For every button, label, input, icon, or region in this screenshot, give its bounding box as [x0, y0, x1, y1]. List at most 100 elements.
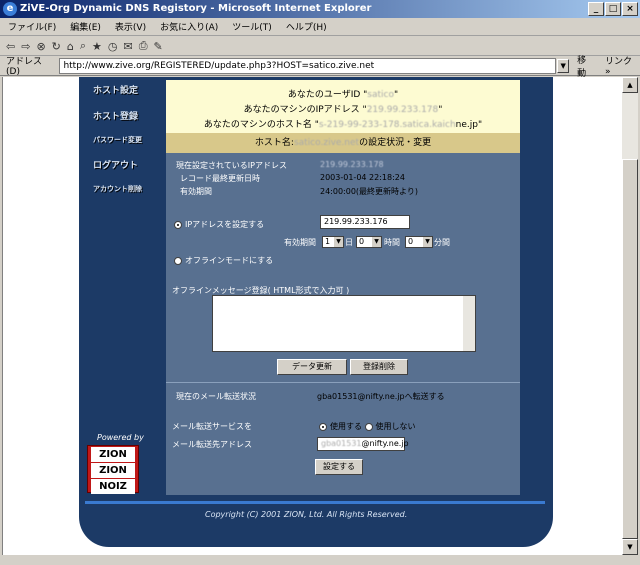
host-heading-name: satico.zive.net — [293, 138, 360, 148]
host-suffix: ne.jp" — [455, 120, 483, 130]
day-select[interactable]: 1 — [322, 236, 344, 248]
nav-logout[interactable]: ログアウト — [93, 158, 163, 171]
mail-status-value: gba01531@nifty.ne.jpへ転送する — [317, 392, 445, 401]
print-icon[interactable]: ⎙ — [139, 39, 148, 53]
mail-nouse-label: 使用しない — [375, 422, 416, 431]
mail-use-option[interactable]: 使用する 使用しない — [319, 421, 416, 432]
menu-tools[interactable]: ツール(T) — [232, 20, 272, 33]
main-panel: ホスト設定 ホスト登録 パスワード変更 ログアウト アカウント削除 Powere… — [79, 77, 553, 547]
status-bar — [0, 556, 640, 565]
address-bar: アドレス(D) http://www.zive.org/REGISTERED/u… — [0, 53, 640, 79]
machine-host: s-219-99-233-178.satica.kaich — [318, 120, 456, 130]
expire-label: 有効期間 — [284, 238, 316, 247]
minute-select[interactable]: 0 — [405, 236, 433, 248]
mail-status-label: 現在のメール転送状況 — [176, 392, 256, 401]
menu-file[interactable]: ファイル(F) — [8, 20, 56, 33]
nav-host-register[interactable]: ホスト登録 — [93, 109, 163, 122]
maximize-button[interactable]: □ — [605, 2, 621, 16]
menu-favorites[interactable]: お気に入り(A) — [160, 20, 218, 33]
delete-registration-button[interactable]: 登録削除 — [350, 359, 408, 375]
forward-icon[interactable]: ⇨ — [21, 40, 30, 53]
minimize-button[interactable]: _ — [588, 2, 604, 16]
powered-by: Powered by — [97, 433, 144, 442]
ttl-value: 24:00:00(最終更新時より) — [320, 187, 419, 196]
page-scrollbar[interactable]: ▲ ▼ — [622, 77, 638, 555]
user-info: あなたのユーザID "satico" あなたのマシンのIPアドレス "219.9… — [166, 80, 520, 133]
refresh-icon[interactable]: ↻ — [52, 40, 61, 53]
links-button[interactable]: リンク » — [605, 54, 640, 77]
textarea-scrollbar[interactable] — [463, 296, 475, 351]
set-ip-option[interactable]: IPアドレスを設定する — [174, 219, 264, 230]
scroll-down-icon[interactable]: ▼ — [622, 539, 638, 555]
menu-help[interactable]: ヘルプ(H) — [286, 20, 327, 33]
ttl-label: 有効期間 — [180, 187, 212, 196]
mail-addr-input[interactable]: gba01531@nifty.ne.jp — [317, 437, 409, 451]
go-button[interactable]: 移動 — [577, 53, 595, 79]
host-heading: ホスト名:satico.zive.netの設定状況・変更 — [166, 133, 520, 153]
hour-unit: 時間 — [384, 238, 400, 247]
home-icon[interactable]: ⌂ — [67, 40, 74, 53]
user-id-label: あなたのユーザID " — [287, 90, 368, 100]
set-ip-radio[interactable] — [174, 220, 182, 229]
logo-text-bot: NOIZ — [91, 479, 135, 494]
url-dropdown[interactable]: ▼ — [557, 58, 570, 73]
hostname-label: あなたのマシンのホスト名 " — [203, 120, 319, 130]
window-title: ZiVE-Org Dynamic DNS Registory - Microso… — [20, 3, 372, 14]
mail-use-label: 使用する — [330, 422, 362, 431]
mail-use-radio[interactable] — [319, 422, 327, 431]
mail-addr-label: メール転送先アドレス — [172, 440, 252, 449]
favorites-icon[interactable]: ★ — [92, 40, 102, 53]
search-icon[interactable]: ⌕ — [80, 39, 86, 53]
scroll-up-icon[interactable]: ▲ — [622, 77, 638, 93]
logo-text-top: ZION — [91, 447, 135, 462]
copyright: Copyright (C) 2001 ZION, Ltd. All Rights… — [205, 510, 408, 519]
current-ip-value: 219.99.233.178 — [320, 160, 384, 169]
page-viewport: ホスト設定 ホスト登録 パスワード変更 ログアウト アカウント削除 Powere… — [2, 77, 622, 555]
mail-icon[interactable]: ✉ — [124, 40, 133, 53]
zion-logo[interactable]: ZION ZION NOIZ — [87, 445, 139, 494]
address-label: アドレス(D) — [6, 57, 43, 77]
mail-addr-prefix: gba01531 — [321, 439, 362, 448]
scroll-thumb[interactable] — [622, 159, 638, 539]
set-ip-label: IPアドレスを設定する — [185, 220, 265, 229]
mail-nouse-radio[interactable] — [364, 422, 373, 431]
history-icon[interactable]: ◷ — [108, 40, 118, 53]
mail-addr-suffix: @nifty.ne.jp — [361, 439, 409, 448]
edit-icon[interactable]: ✎ — [154, 40, 163, 53]
close-button[interactable]: × — [622, 2, 638, 16]
set-mail-button[interactable]: 設定する — [315, 459, 363, 475]
day-unit: 日 — [345, 238, 353, 247]
quote: " — [393, 90, 399, 100]
nav-host-settings[interactable]: ホスト設定 — [93, 83, 163, 96]
menu-view[interactable]: 表示(V) — [115, 20, 146, 33]
offline-option[interactable]: オフラインモードにする — [174, 255, 273, 266]
last-update-label: レコード最終更新日時 — [180, 174, 260, 183]
ip-input[interactable]: 219.99.233.176 — [320, 215, 410, 229]
hour-select[interactable]: 0 — [356, 236, 382, 248]
ip-label: あなたのマシンのIPアドレス " — [243, 105, 367, 115]
host-heading-suffix: の設定状況・変更 — [359, 138, 432, 148]
content-box: あなたのユーザID "satico" あなたのマシンのIPアドレス "219.9… — [166, 80, 520, 495]
quote: " — [438, 105, 443, 115]
toolbar: ⇦ ⇨ ⊗ ↻ ⌂ ⌕ ★ ◷ ✉ ⎙ ✎ — [0, 37, 640, 56]
footer-line — [85, 501, 545, 504]
host-heading-prefix: ホスト名: — [254, 138, 294, 148]
menu-edit[interactable]: 編集(E) — [70, 20, 101, 33]
offline-message-textarea[interactable] — [212, 295, 476, 352]
side-nav: ホスト設定 ホスト登録 パスワード変更 ログアウト アカウント削除 — [93, 83, 163, 207]
offline-radio[interactable] — [174, 256, 182, 265]
user-id: satico — [367, 90, 394, 100]
ie-icon: e — [3, 2, 17, 16]
update-data-button[interactable]: データ更新 — [277, 359, 347, 375]
url-input[interactable]: http://www.zive.org/REGISTERED/update.ph… — [59, 57, 557, 74]
back-icon[interactable]: ⇦ — [6, 40, 15, 53]
nav-delete-account[interactable]: アカウント削除 — [93, 184, 163, 194]
nav-change-password[interactable]: パスワード変更 — [93, 135, 163, 145]
offline-label: オフラインモードにする — [185, 256, 274, 265]
url-text: http://www.zive.org/REGISTERED/update.ph… — [63, 60, 375, 71]
minute-unit: 分間 — [434, 238, 450, 247]
current-ip-label: 現在設定されているIPアドレス — [176, 161, 287, 170]
window-titlebar: e ZiVE-Org Dynamic DNS Registory - Micro… — [0, 0, 640, 18]
divider — [166, 382, 520, 383]
stop-icon[interactable]: ⊗ — [36, 40, 45, 53]
